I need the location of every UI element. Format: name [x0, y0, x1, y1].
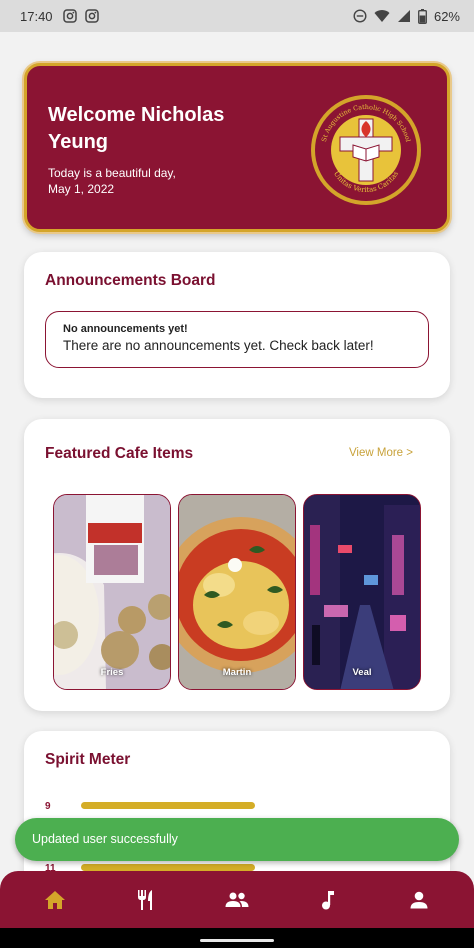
dnd-icon: [353, 9, 367, 23]
school-crest-logo: St Augustine Catholic High School Unitas…: [311, 95, 421, 205]
cafe-item-veal[interactable]: Veal: [303, 494, 421, 690]
cafe-item-label: Veal: [352, 667, 372, 678]
battery-level: 62%: [433, 8, 460, 24]
home-gesture-handle[interactable]: [200, 939, 274, 942]
profile-icon: [410, 891, 428, 908]
cafe-title: Featured Cafe Items: [45, 445, 194, 462]
announcements-empty-box: No announcements yet! There are no annou…: [45, 311, 429, 368]
nav-people[interactable]: [217, 880, 257, 920]
home-icon: [45, 890, 66, 909]
cafe-item-martin[interactable]: Martin: [178, 494, 296, 690]
spirit-meter-bar: [81, 864, 255, 871]
nav-music[interactable]: [308, 880, 348, 920]
announcements-empty-body: There are no announcements yet. Check ba…: [63, 338, 374, 353]
signal-icon: [397, 10, 410, 22]
pizza-image: [179, 495, 295, 689]
bottom-nav: [0, 871, 474, 928]
welcome-subtitle-line1: Today is a beautiful day,: [48, 166, 176, 180]
welcome-title: Welcome Nicholas Yeung: [48, 104, 225, 153]
music-icon: [321, 890, 334, 909]
nav-home[interactable]: [35, 880, 75, 920]
street-image: [304, 495, 420, 689]
system-gesture-bar: [0, 928, 474, 948]
cafe-item-fries[interactable]: Fries: [53, 494, 171, 690]
cafe-icon: [138, 889, 153, 910]
cafe-item-label: Fries: [100, 667, 124, 678]
welcome-subtitle: Today is a beautiful day, May 1, 2022: [48, 165, 268, 197]
nav-profile[interactable]: [399, 880, 439, 920]
status-bar: 17:40 62%: [0, 0, 474, 32]
announcements-title: Announcements Board: [45, 272, 216, 289]
status-time: 17:40: [20, 8, 53, 24]
spirit-meter-bar: [81, 802, 255, 809]
view-more-link[interactable]: View More >: [349, 447, 413, 459]
instagram-icon: [84, 9, 99, 23]
spirit-meter-title: Spirit Meter: [45, 751, 131, 768]
announcements-empty-heading: No announcements yet!: [63, 323, 188, 335]
cafe-card: Featured Cafe Items View More > Fries Ma…: [24, 419, 450, 711]
spirit-grade-label: 9: [45, 801, 51, 812]
instagram-icon: [62, 9, 77, 23]
welcome-date: May 1, 2022: [48, 182, 115, 196]
nav-cafe[interactable]: [126, 880, 166, 920]
cafe-item-label: Martin: [222, 667, 252, 678]
announcements-card: Announcements Board No announcements yet…: [24, 252, 450, 398]
toast-notification: Updated user successfully: [15, 818, 459, 861]
fries-image: [54, 495, 170, 689]
battery-icon: [418, 8, 427, 24]
people-icon: [225, 892, 249, 907]
welcome-card: Welcome Nicholas Yeung Today is a beauti…: [24, 63, 450, 232]
wifi-icon: [374, 10, 390, 22]
